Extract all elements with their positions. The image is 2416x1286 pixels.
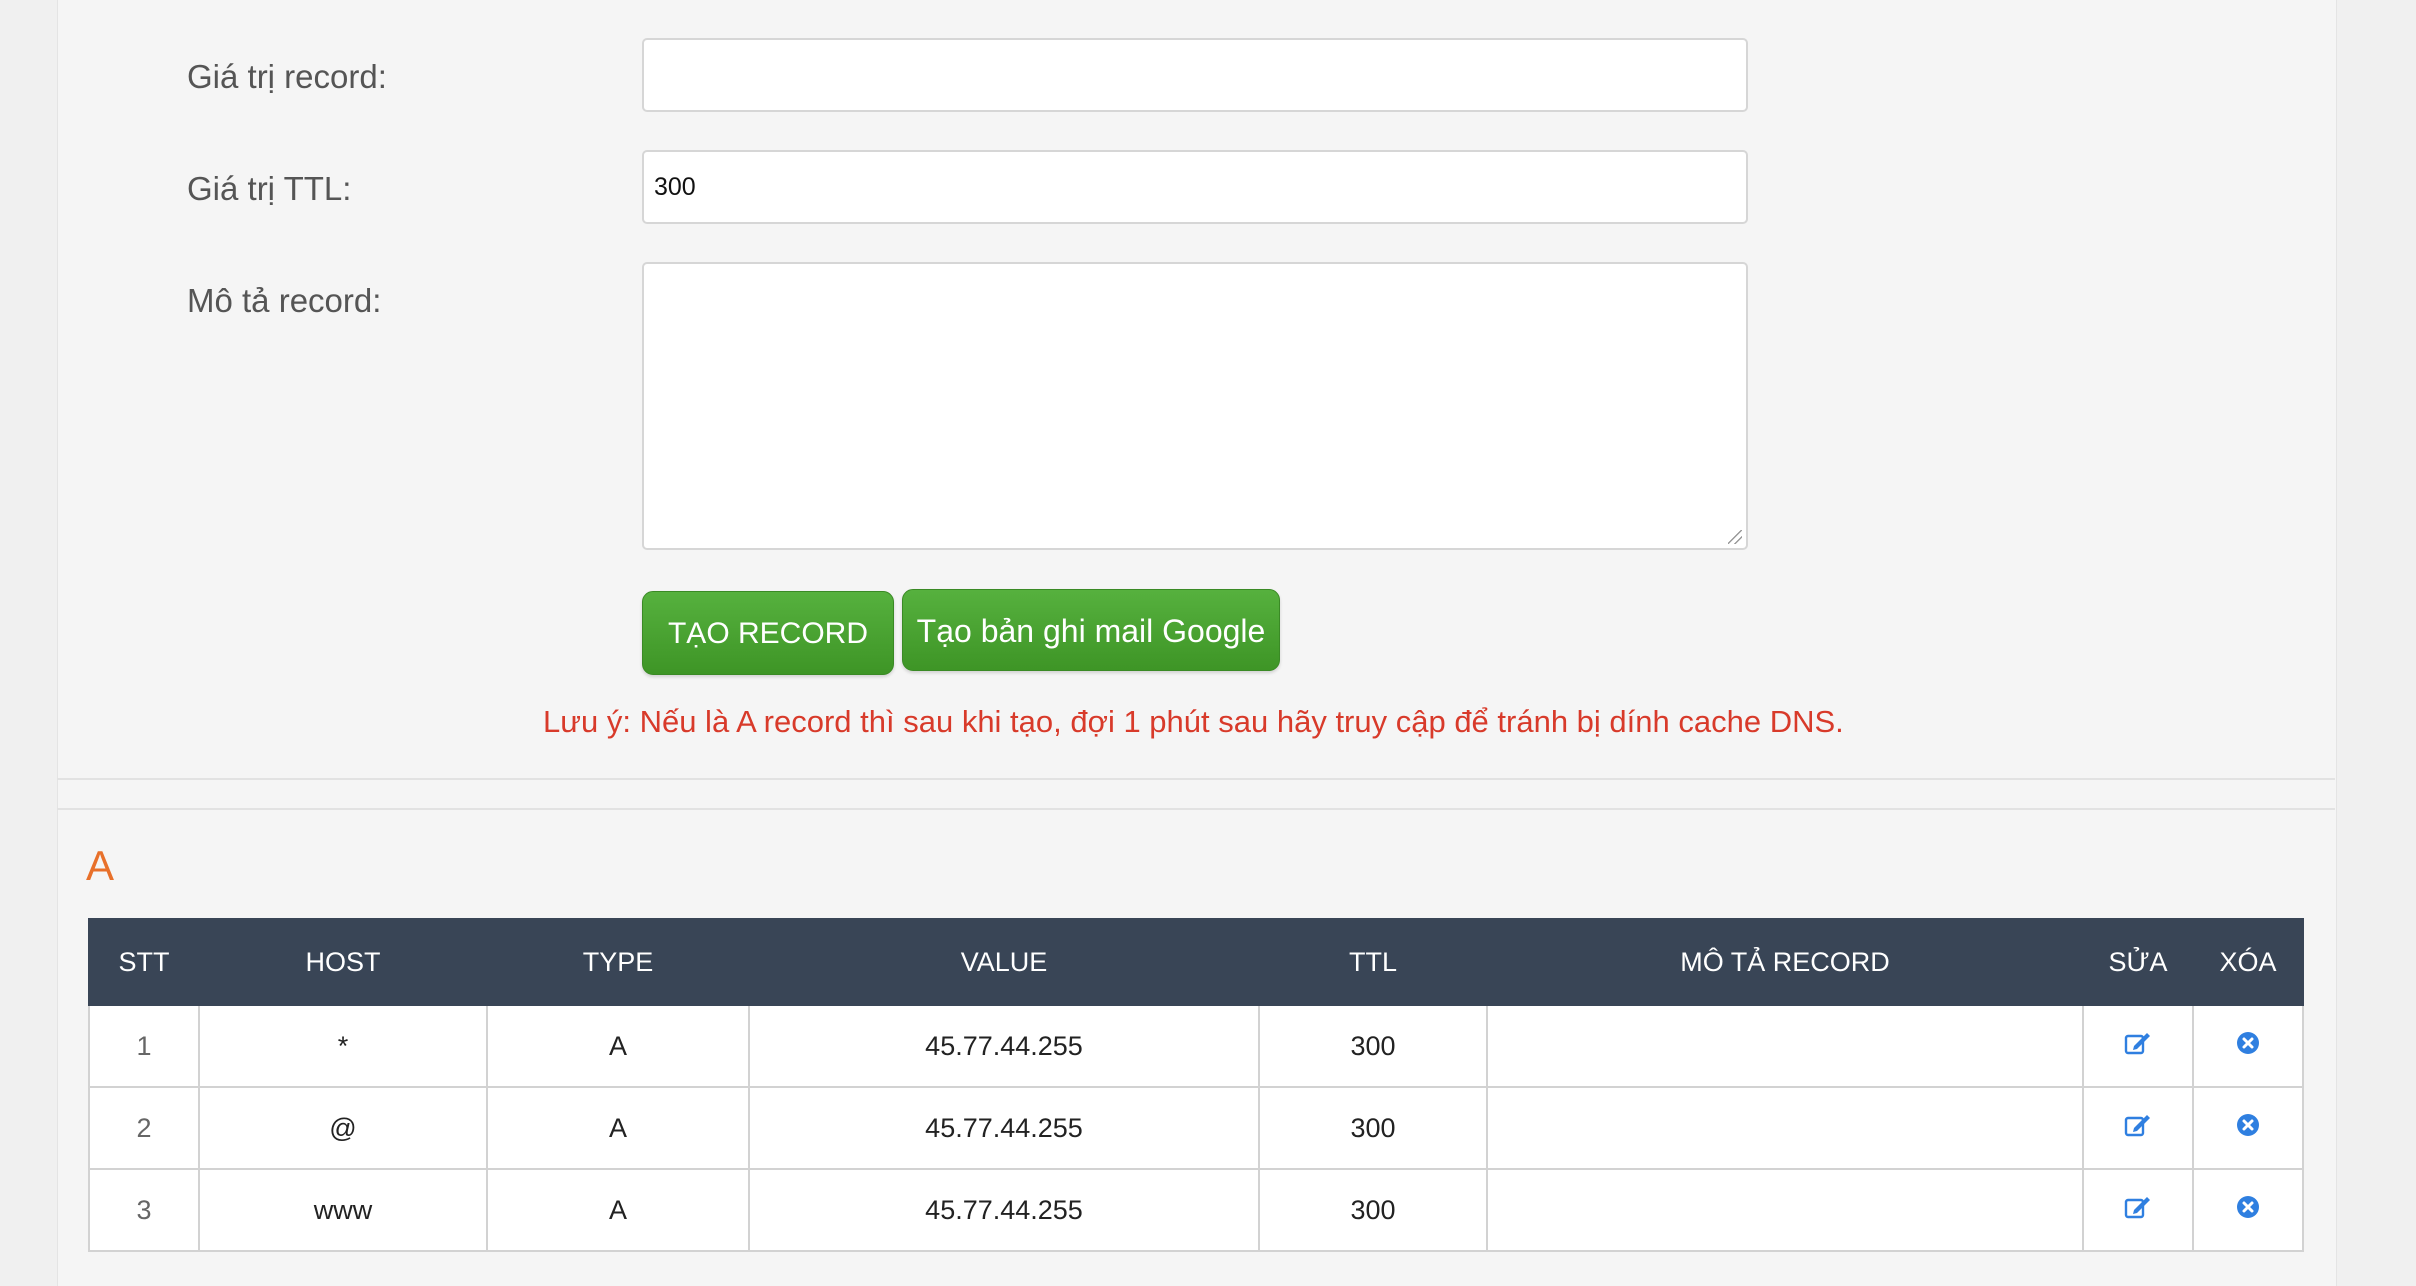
table-row: 3 www A 45.77.44.255 300 xyxy=(88,1168,2304,1252)
edit-icon[interactable] xyxy=(2124,1030,2152,1063)
header-delete: XÓA xyxy=(2192,918,2304,1006)
delete-icon[interactable] xyxy=(2236,1113,2260,1144)
cell-edit xyxy=(2082,1168,2194,1252)
cell-stt: 2 xyxy=(88,1086,200,1170)
create-record-button[interactable]: TẠO RECORD xyxy=(642,591,894,675)
edit-icon[interactable] xyxy=(2124,1112,2152,1145)
delete-icon[interactable] xyxy=(2236,1031,2260,1062)
cell-value: 45.77.44.255 xyxy=(748,1168,1260,1252)
description-label: Mô tả record: xyxy=(187,282,382,319)
record-value-label: Giá trị record: xyxy=(187,58,387,95)
dns-cache-note: Lưu ý: Nếu là A record thì sau khi tạo, … xyxy=(543,704,1844,739)
header-stt: STT xyxy=(88,918,200,1006)
cell-edit xyxy=(2082,1086,2194,1170)
delete-icon[interactable] xyxy=(2236,1195,2260,1226)
header-edit: SỬA xyxy=(2082,918,2194,1006)
ttl-label: Giá trị TTL: xyxy=(187,170,352,207)
section-title: A xyxy=(86,842,115,889)
cell-type: A xyxy=(486,1168,750,1252)
table-header-row: STT HOST TYPE VALUE TTL MÔ TẢ RECORD SỬA… xyxy=(88,918,2304,1006)
record-value-input[interactable] xyxy=(642,38,1748,112)
cell-value: 45.77.44.255 xyxy=(748,1086,1260,1170)
cell-description xyxy=(1486,1004,2084,1088)
header-ttl: TTL xyxy=(1258,918,1488,1006)
google-mail-record-button[interactable]: Tạo bản ghi mail Google xyxy=(902,589,1280,671)
header-type: TYPE xyxy=(486,918,750,1006)
cell-ttl: 300 xyxy=(1258,1086,1488,1170)
header-value: VALUE xyxy=(748,918,1260,1006)
table-row: 1 * A 45.77.44.255 300 xyxy=(88,1004,2304,1088)
ttl-input[interactable]: 300 xyxy=(642,150,1748,224)
cell-host: @ xyxy=(198,1086,488,1170)
records-table: STT HOST TYPE VALUE TTL MÔ TẢ RECORD SỬA… xyxy=(88,918,2304,1252)
edit-icon[interactable] xyxy=(2124,1194,2152,1227)
cell-stt: 1 xyxy=(88,1004,200,1088)
cell-edit xyxy=(2082,1004,2194,1088)
header-host: HOST xyxy=(198,918,488,1006)
cell-description xyxy=(1486,1168,2084,1252)
cell-stt: 3 xyxy=(88,1168,200,1252)
cell-delete xyxy=(2192,1086,2304,1170)
cell-ttl: 300 xyxy=(1258,1168,1488,1252)
cell-type: A xyxy=(486,1086,750,1170)
cell-delete xyxy=(2192,1004,2304,1088)
cell-type: A xyxy=(486,1004,750,1088)
cell-host: * xyxy=(198,1004,488,1088)
header-description: MÔ TẢ RECORD xyxy=(1486,918,2084,1006)
resize-handle-icon[interactable] xyxy=(1728,530,1742,544)
divider xyxy=(57,778,2335,780)
cell-host: www xyxy=(198,1168,488,1252)
cell-ttl: 300 xyxy=(1258,1004,1488,1088)
description-textarea[interactable] xyxy=(642,262,1748,550)
divider xyxy=(57,808,2335,810)
cell-delete xyxy=(2192,1168,2304,1252)
table-row: 2 @ A 45.77.44.255 300 xyxy=(88,1086,2304,1170)
cell-value: 45.77.44.255 xyxy=(748,1004,1260,1088)
cell-description xyxy=(1486,1086,2084,1170)
